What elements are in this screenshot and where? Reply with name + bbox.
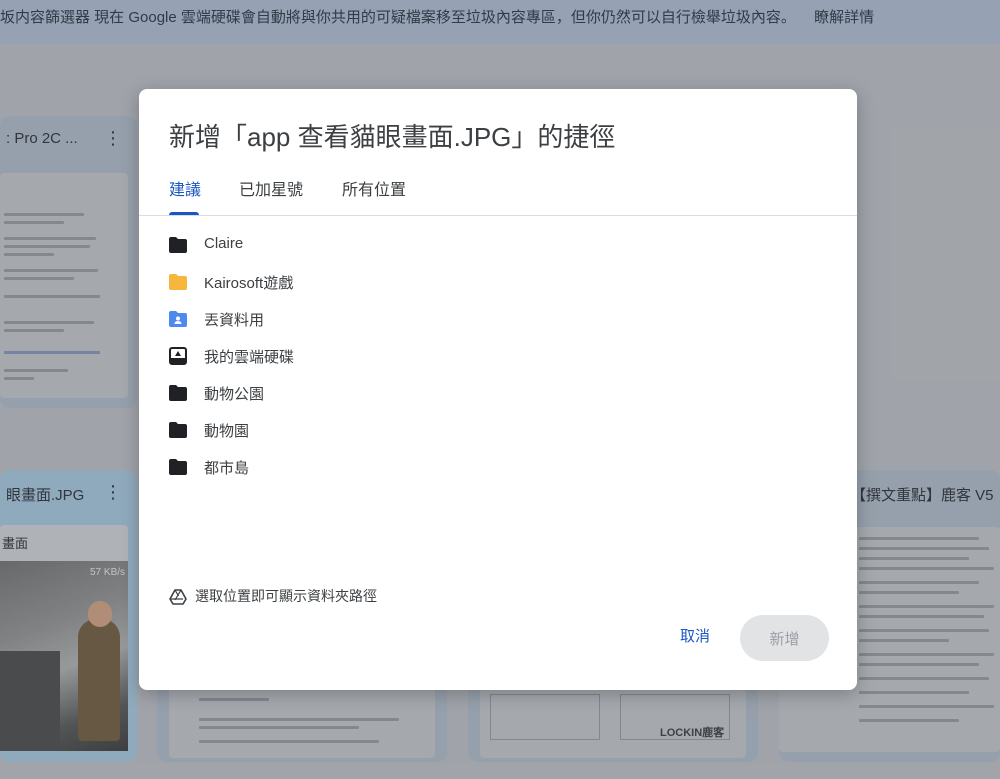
list-item-label: Kairosoft遊戲 bbox=[204, 275, 294, 292]
cancel-button[interactable]: 取消 bbox=[663, 619, 727, 655]
folder-icon bbox=[169, 459, 187, 475]
path-hint: 選取位置即可顯示資料夾路徑 bbox=[169, 586, 377, 606]
list-item-label: 我的雲端硬碟 bbox=[204, 349, 295, 366]
list-item-label: 都市島 bbox=[204, 460, 250, 477]
list-item[interactable]: 動物公園 bbox=[139, 375, 857, 412]
list-item-label: 動物園 bbox=[204, 423, 250, 440]
list-item[interactable]: 丟資料用 bbox=[139, 301, 857, 338]
add-button[interactable]: 新增 bbox=[740, 615, 829, 661]
list-item-label: Claire bbox=[204, 235, 244, 252]
tab-suggested[interactable]: 建議 bbox=[169, 176, 201, 200]
location-tabs: 建議 已加星號 所有位置 bbox=[139, 171, 857, 216]
shared-folder-icon bbox=[169, 311, 187, 327]
folder-icon bbox=[169, 274, 187, 290]
folder-icon bbox=[169, 237, 187, 253]
dialog-title: 新增「app 查看貓眼畫面.JPG」的捷徑 bbox=[169, 122, 616, 152]
list-item[interactable]: 動物園 bbox=[139, 412, 857, 449]
list-item[interactable]: 我的雲端硬碟 bbox=[139, 338, 857, 375]
list-item-label: 動物公園 bbox=[204, 386, 265, 403]
path-hint-text: 選取位置即可顯示資料夾路徑 bbox=[195, 588, 377, 604]
list-item[interactable]: 都市島 bbox=[139, 449, 857, 486]
folder-icon bbox=[169, 422, 187, 438]
tab-starred[interactable]: 已加星號 bbox=[239, 176, 303, 200]
add-shortcut-dialog: 新增「app 查看貓眼畫面.JPG」的捷徑 建議 已加星號 所有位置 Clair… bbox=[139, 89, 857, 690]
drive-logo-icon bbox=[169, 589, 187, 606]
active-tab-indicator bbox=[169, 212, 199, 215]
list-item[interactable]: Kairosoft遊戲 bbox=[139, 264, 857, 301]
tab-all-locations[interactable]: 所有位置 bbox=[342, 176, 406, 200]
list-item[interactable]: Claire bbox=[139, 227, 857, 264]
drive-icon bbox=[169, 347, 187, 365]
list-item-label: 丟資料用 bbox=[204, 312, 265, 329]
folder-icon bbox=[169, 385, 187, 401]
